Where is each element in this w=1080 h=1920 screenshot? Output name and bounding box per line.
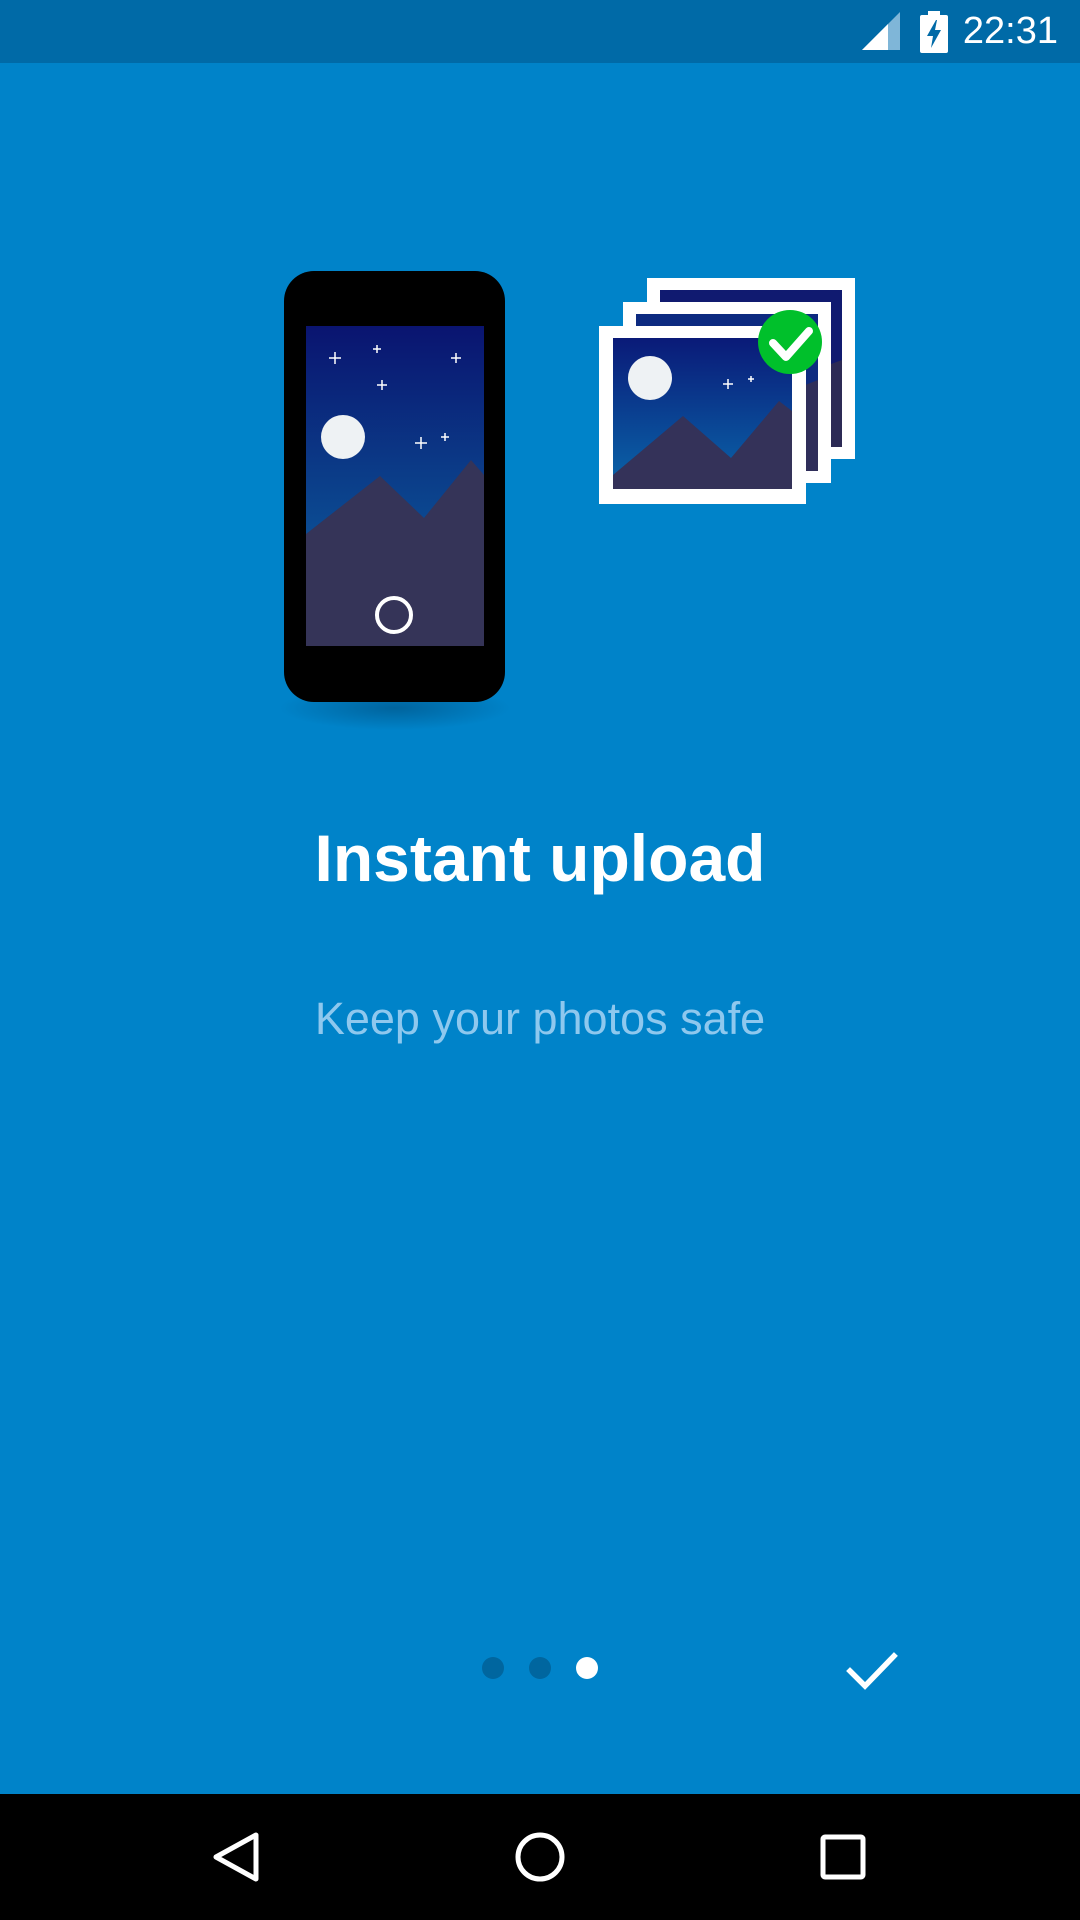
page-title: Instant upload: [314, 821, 766, 895]
page-subtitle: Keep your photos safe: [314, 993, 766, 1044]
page-dot-3-active[interactable]: [576, 1657, 598, 1679]
navigation-bar: [0, 1794, 1080, 1920]
page-indicator: [480, 1656, 610, 1682]
back-icon: [213, 1832, 259, 1882]
back-button[interactable]: [202, 1822, 272, 1892]
done-button[interactable]: [842, 1640, 902, 1700]
home-icon: [515, 1832, 565, 1882]
phone-illustration: [280, 271, 510, 730]
page-dot-2[interactable]: [529, 1657, 551, 1679]
home-button[interactable]: [505, 1822, 575, 1892]
check-badge-icon: [758, 310, 822, 374]
page-dot-1[interactable]: [482, 1657, 504, 1679]
recents-icon: [820, 1834, 866, 1880]
check-icon: [846, 1652, 898, 1690]
instant-upload-illustration: [280, 271, 855, 730]
recents-button[interactable]: [808, 1822, 878, 1892]
photo-stack-illustration: [599, 278, 855, 504]
